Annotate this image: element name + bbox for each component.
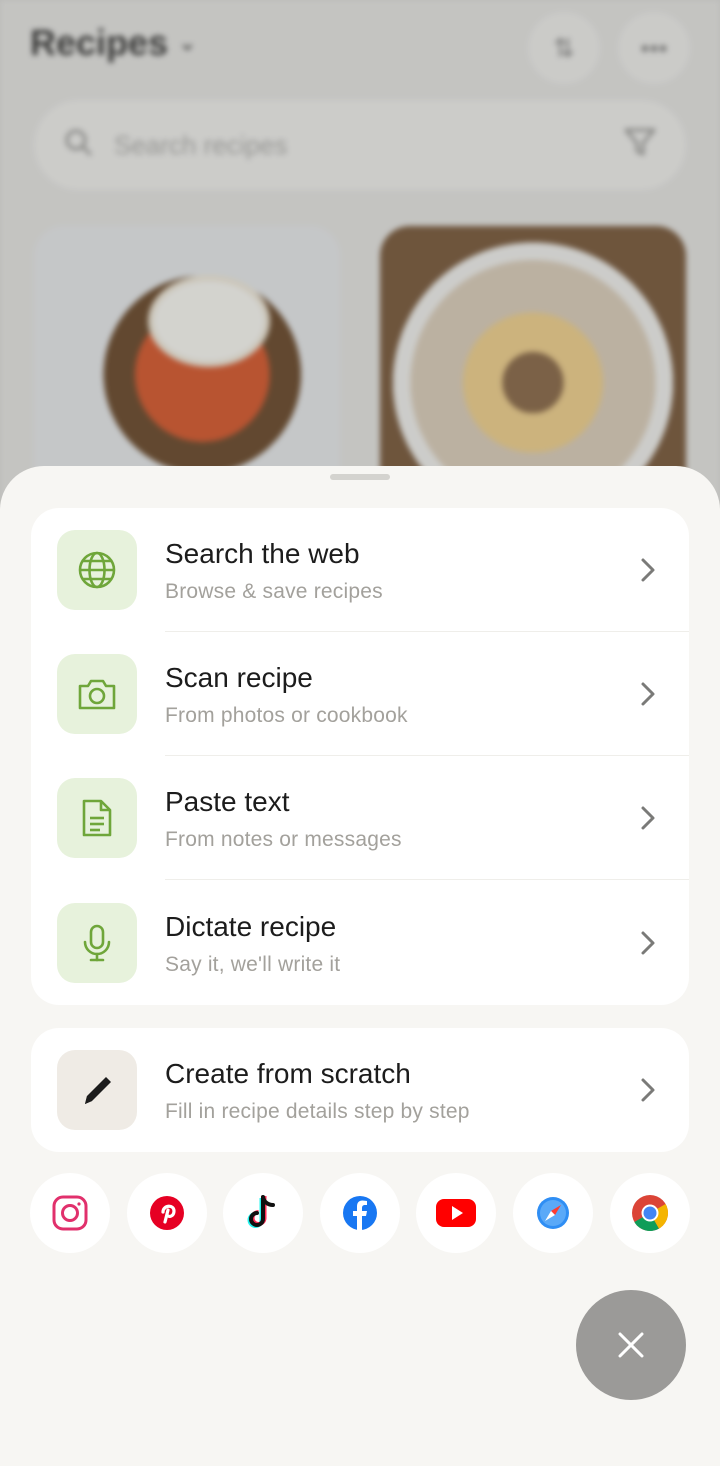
pinterest-button[interactable] xyxy=(127,1173,207,1253)
close-icon xyxy=(618,1332,644,1358)
instagram-icon xyxy=(52,1195,88,1231)
paste-text-option[interactable]: Paste text From notes or messages xyxy=(31,756,689,880)
scan-recipe-option[interactable]: Scan recipe From photos or cookbook xyxy=(31,632,689,756)
pinterest-icon xyxy=(150,1196,184,1230)
chevron-right-icon xyxy=(641,806,655,830)
option-title: Search the web xyxy=(165,538,360,569)
youtube-icon xyxy=(436,1199,476,1227)
create-from-scratch-option[interactable]: Create from scratch Fill in recipe detai… xyxy=(31,1028,689,1152)
chevron-right-icon xyxy=(641,931,655,955)
option-subtitle: Say it, we'll write it xyxy=(165,953,341,976)
divider xyxy=(165,879,689,880)
youtube-button[interactable] xyxy=(416,1173,496,1253)
chevron-right-icon xyxy=(641,682,655,706)
create-scratch-group: Create from scratch Fill in recipe detai… xyxy=(31,1028,689,1152)
chevron-right-icon xyxy=(641,1078,655,1102)
tiktok-button[interactable] xyxy=(223,1173,303,1253)
dim-overlay[interactable] xyxy=(0,0,720,520)
close-button[interactable] xyxy=(576,1290,686,1400)
option-title: Scan recipe xyxy=(165,662,313,693)
chrome-icon xyxy=(632,1195,668,1232)
chevron-right-icon xyxy=(641,558,655,582)
safari-icon xyxy=(537,1197,569,1229)
add-recipe-sheet: Search the web Browse & save recipes Sca… xyxy=(0,466,720,1466)
option-subtitle: Fill in recipe details step by step xyxy=(165,1100,470,1123)
tiktok-icon xyxy=(247,1195,275,1228)
option-subtitle: Browse & save recipes xyxy=(165,580,383,603)
option-subtitle: From photos or cookbook xyxy=(165,704,408,727)
safari-button[interactable] xyxy=(513,1173,593,1253)
document-icon xyxy=(57,778,137,858)
camera-icon xyxy=(57,654,137,734)
instagram-button[interactable] xyxy=(30,1173,110,1253)
sheet-handle[interactable] xyxy=(330,474,390,480)
option-subtitle: From notes or messages xyxy=(165,828,402,851)
chrome-button[interactable] xyxy=(610,1173,690,1253)
microphone-icon xyxy=(57,903,137,983)
facebook-button[interactable] xyxy=(320,1173,400,1253)
option-title: Paste text xyxy=(165,786,290,817)
search-web-option[interactable]: Search the web Browse & save recipes xyxy=(31,508,689,632)
facebook-icon xyxy=(343,1196,377,1230)
option-title: Dictate recipe xyxy=(165,911,337,942)
option-title: Create from scratch xyxy=(165,1058,411,1089)
dictate-recipe-option[interactable]: Dictate recipe Say it, we'll write it xyxy=(31,881,689,1005)
globe-icon xyxy=(57,530,137,610)
pencil-icon xyxy=(57,1050,137,1130)
import-options-group: Search the web Browse & save recipes Sca… xyxy=(31,508,689,1005)
